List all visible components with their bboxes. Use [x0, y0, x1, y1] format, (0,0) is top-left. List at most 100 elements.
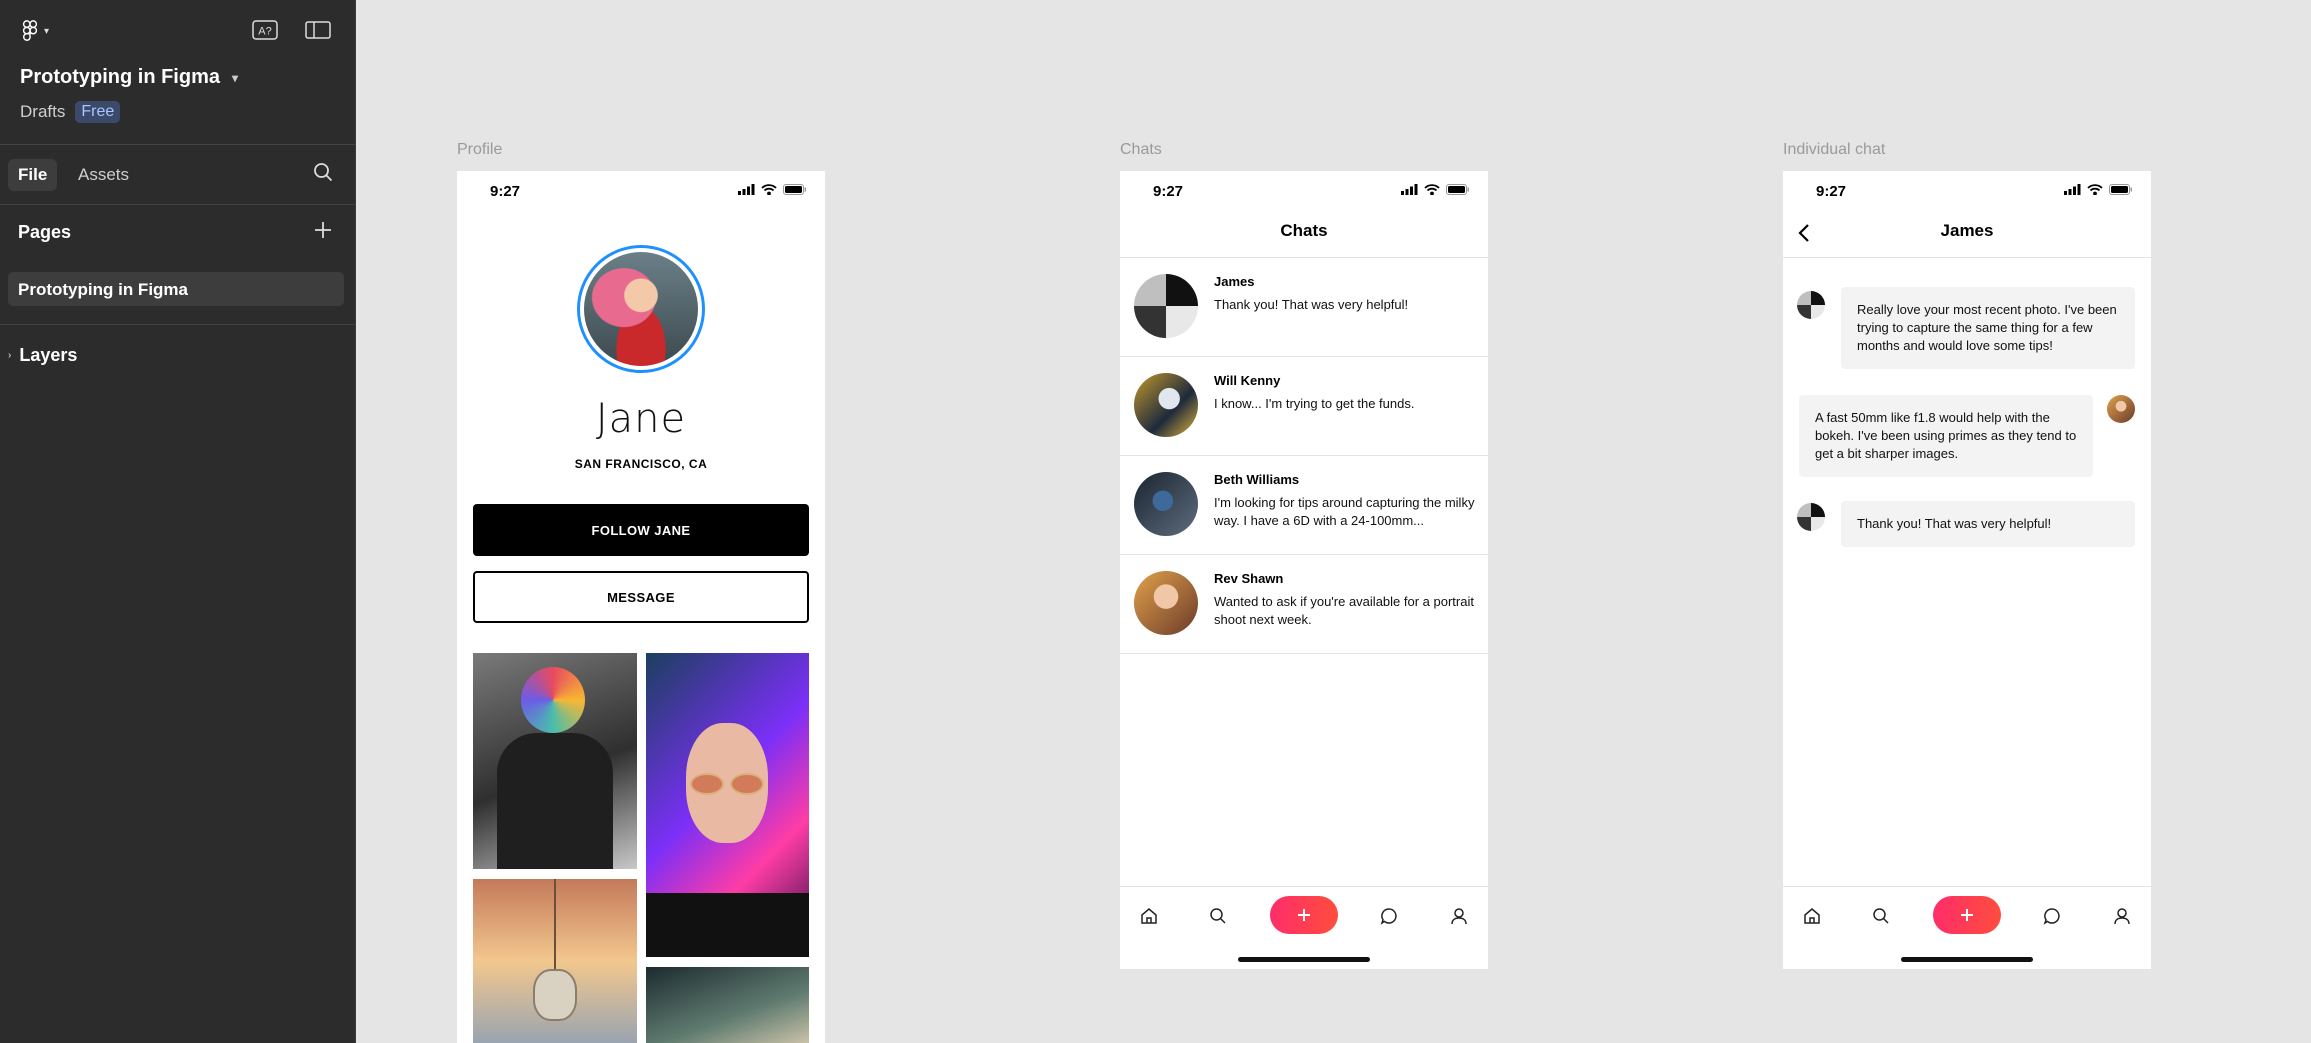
signal-icon	[2064, 184, 2081, 195]
file-location: Drafts Free	[20, 101, 121, 123]
profile-frame[interactable]: 9:27 Jane SAN FRANCISCO, CA FOLLOW JANE …	[457, 171, 825, 1043]
home-indicator	[1901, 957, 2033, 962]
page-item-prototyping[interactable]: Prototyping in Figma	[8, 272, 344, 306]
layers-heading: Layers	[19, 345, 78, 365]
sidebar-toggle-icon	[305, 20, 331, 45]
pages-heading: Pages	[18, 222, 72, 242]
battery-icon	[783, 184, 806, 195]
chat-list-item[interactable]: James Thank you! That was very helpful!	[1120, 258, 1488, 357]
avatar	[1134, 274, 1198, 338]
panel-toggle-button[interactable]	[304, 20, 332, 44]
profile-name: Jane	[595, 396, 687, 442]
search-icon	[1873, 908, 1889, 924]
message-bubble-sent: A fast 50mm like f1.8 would help with th…	[1799, 395, 2093, 477]
user-icon	[2114, 908, 2130, 925]
frame-label-profile[interactable]: Profile	[457, 141, 502, 159]
wifi-icon	[1424, 184, 1440, 195]
gallery-photo[interactable]	[646, 967, 809, 1043]
battery-icon	[2109, 184, 2132, 195]
status-icons	[738, 184, 807, 195]
tab-profile[interactable]	[2109, 903, 2135, 929]
tab-search[interactable]	[1205, 903, 1231, 929]
avatar-image	[584, 252, 698, 366]
tab-assets[interactable]: Assets	[68, 159, 139, 191]
chat-bubble-icon	[2043, 908, 2060, 925]
sidebar-divider	[0, 324, 356, 325]
tab-home[interactable]	[1799, 903, 1825, 929]
chat-name: Beth Williams	[1214, 472, 1300, 487]
status-bar: 9:27	[1120, 171, 1488, 215]
chat-preview: I know... I'm trying to get the funds.	[1214, 396, 1415, 411]
chat-preview: Thank you! That was very helpful!	[1214, 297, 1409, 312]
main-menu-button[interactable]: ▾	[22, 20, 49, 42]
plus-icon	[1298, 909, 1310, 921]
follow-button[interactable]: FOLLOW JANE	[473, 504, 809, 556]
tab-profile[interactable]	[1446, 903, 1472, 929]
signal-icon	[738, 184, 755, 195]
svg-text:A?: A?	[258, 25, 271, 37]
add-post-button[interactable]	[1270, 896, 1338, 934]
message-bubble-received: Really love your most recent photo. I've…	[1841, 287, 2135, 369]
home-icon	[1804, 908, 1820, 924]
chat-title: James	[1940, 221, 1994, 240]
chat-name: Rev Shawn	[1214, 571, 1284, 586]
drafts-link[interactable]: Drafts	[20, 102, 65, 122]
profile-location: SAN FRANCISCO, CA	[574, 457, 708, 471]
chevron-right-icon: ›	[8, 350, 12, 361]
status-time: 9:27	[1153, 183, 1184, 200]
tab-messages[interactable]	[1376, 903, 1402, 929]
file-title: Prototyping in Figma	[20, 66, 220, 88]
chat-list-item[interactable]: Will Kenny I know... I'm trying to get t…	[1120, 357, 1488, 456]
frame-label-chats[interactable]: Chats	[1120, 141, 1162, 159]
file-title-menu[interactable]: Prototyping in Figma ▾	[20, 66, 238, 89]
search-button[interactable]	[310, 161, 336, 187]
chevron-down-icon: ▾	[232, 70, 239, 85]
chat-name: James	[1214, 274, 1255, 289]
left-sidebar: ▾ A? Prototyping in Figma ▾ Drafts Free …	[0, 0, 356, 1043]
battery-icon	[1446, 184, 1469, 195]
individual-chat-frame[interactable]: 9:27 James Really love your most recent …	[1783, 171, 2151, 969]
bottom-tab-bar	[1120, 886, 1488, 966]
message-button[interactable]: MESSAGE	[473, 571, 809, 623]
chat-name: Will Kenny	[1214, 373, 1281, 388]
plus-icon	[314, 221, 332, 244]
status-time: 9:27	[1816, 183, 1847, 200]
chat-bubble-icon	[1380, 908, 1397, 925]
chats-title: Chats	[1280, 221, 1328, 240]
home-indicator	[1238, 957, 1370, 962]
chat-list-item[interactable]: Beth Williams I'm looking for tips aroun…	[1120, 456, 1488, 555]
plan-badge[interactable]: Free	[75, 101, 121, 123]
add-post-button[interactable]	[1933, 896, 2001, 934]
gallery-photo[interactable]	[473, 653, 637, 869]
avatar	[1797, 503, 1825, 531]
user-icon	[1451, 908, 1467, 925]
sidebar-tabs: File Assets	[0, 145, 356, 205]
wifi-icon	[2087, 184, 2103, 195]
a-question-icon: A?	[252, 19, 278, 45]
avatar	[1134, 373, 1198, 437]
chat-list-item[interactable]: Rev Shawn Wanted to ask if you're availa…	[1120, 555, 1488, 654]
gallery-photo[interactable]	[473, 879, 637, 1043]
chat-preview: Wanted to ask if you're available for a …	[1214, 594, 1474, 627]
chats-frame[interactable]: 9:27 Chats James Thank you! That was ver…	[1120, 171, 1488, 969]
tab-messages[interactable]	[2039, 903, 2065, 929]
gallery-photo[interactable]	[646, 653, 809, 957]
tab-home[interactable]	[1136, 903, 1162, 929]
search-icon	[1210, 908, 1226, 924]
text-style-button[interactable]: A?	[251, 19, 279, 45]
avatar	[1797, 291, 1825, 319]
layers-section-toggle[interactable]: › Layers	[8, 345, 77, 366]
sidebar-header: ▾ A? Prototyping in Figma ▾ Drafts Free	[0, 0, 356, 145]
status-bar: 9:27	[1783, 171, 2151, 215]
design-canvas[interactable]: Profile 9:27 Jane SAN FRANCISCO, CA FOLL…	[357, 0, 2311, 1043]
add-page-button[interactable]	[311, 220, 335, 244]
tab-search[interactable]	[1868, 903, 1894, 929]
home-icon	[1141, 908, 1157, 924]
frame-label-individual-chat[interactable]: Individual chat	[1783, 141, 1885, 159]
tab-file[interactable]: File	[8, 159, 58, 191]
status-icons	[1401, 184, 1470, 195]
nav-divider	[1783, 257, 2151, 258]
profile-avatar[interactable]	[577, 245, 705, 373]
bottom-tab-bar	[1783, 886, 2151, 966]
wifi-icon	[761, 184, 777, 195]
